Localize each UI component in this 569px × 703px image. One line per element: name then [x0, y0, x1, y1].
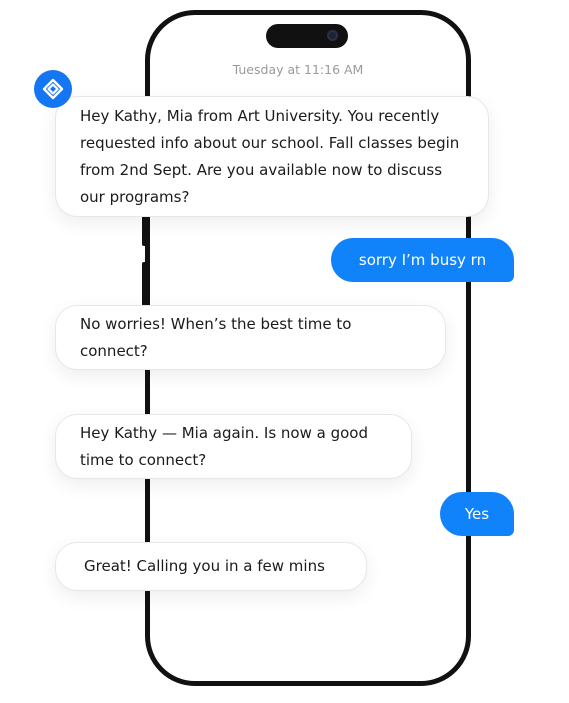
- brand-badge: [34, 70, 72, 108]
- incoming-message: Hey Kathy — Mia again. Is now a good tim…: [55, 414, 412, 479]
- message-text: Hey Kathy, Mia from Art University. You …: [80, 106, 460, 206]
- phone-side-button: [142, 262, 147, 308]
- outgoing-message: sorry I’m busy rn: [331, 238, 514, 282]
- message-text: Yes: [464, 504, 490, 523]
- chat-illustration: Tuesday at 11:16 AM Hey Kathy, Mia from …: [0, 0, 569, 703]
- message-text: No worries! When’s the best time to conn…: [80, 314, 352, 360]
- incoming-message: Hey Kathy, Mia from Art University. You …: [55, 96, 489, 217]
- diamond-logo-icon: [42, 78, 64, 100]
- message-timestamp: Tuesday at 11:16 AM: [232, 62, 364, 77]
- incoming-message: Great! Calling you in a few mins: [55, 542, 367, 591]
- message-text: sorry I’m busy rn: [358, 250, 487, 269]
- outgoing-message: Yes: [440, 492, 514, 536]
- message-text: Great! Calling you in a few mins: [84, 557, 325, 575]
- incoming-message: No worries! When’s the best time to conn…: [55, 305, 446, 370]
- camera-icon: [327, 30, 338, 41]
- message-text: Hey Kathy — Mia again. Is now a good tim…: [80, 423, 368, 469]
- dynamic-island: [266, 24, 348, 48]
